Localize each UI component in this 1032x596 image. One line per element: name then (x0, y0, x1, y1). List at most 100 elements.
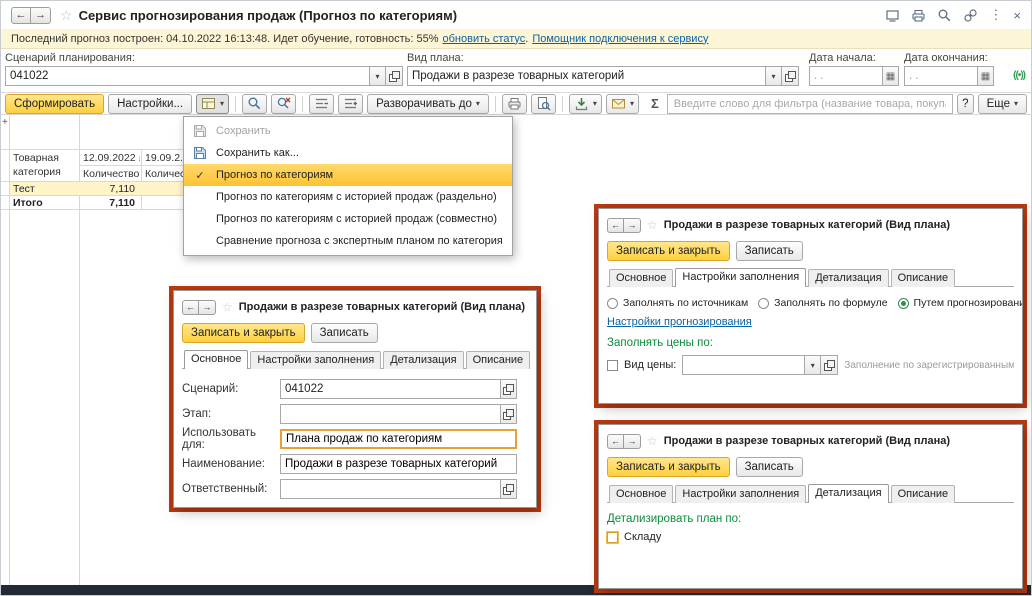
tab-fill-settings[interactable]: Настройки заполнения (250, 351, 382, 369)
menu-item-forecast-by-categories[interactable]: ✓ Прогноз по категориям (184, 164, 512, 186)
service-assistant-link[interactable]: Помощник подключения к сервису (532, 33, 708, 45)
find-button[interactable] (242, 93, 268, 114)
stage-input[interactable] (280, 404, 500, 424)
radio-fill-by-formula[interactable]: Заполнять по формуле (758, 297, 888, 309)
save-close-button[interactable]: Записать и закрыть (607, 457, 730, 477)
back-button[interactable]: ← (607, 217, 624, 233)
tab-main[interactable]: Основное (609, 485, 674, 503)
plan-kind-input[interactable] (407, 66, 765, 86)
menu-item-label: Сохранить (216, 125, 271, 137)
tab-description[interactable]: Описание (890, 485, 956, 503)
date-end-calendar-button[interactable]: ▦ (977, 66, 994, 86)
discussions-button[interactable]: ((•)) (1013, 70, 1026, 81)
back-button[interactable]: ← (607, 433, 624, 449)
tab-main[interactable]: Основное (184, 350, 249, 369)
report-variants-button[interactable]: ▾ (196, 93, 230, 114)
save-button[interactable]: Записать (310, 323, 378, 343)
print-preview-button[interactable] (530, 93, 556, 114)
cell-qty-total[interactable]: 7,110 (80, 196, 138, 210)
generate-button[interactable]: Сформировать (5, 93, 105, 114)
save-close-button[interactable]: Записать и закрыть (607, 241, 730, 261)
responsible-open-button[interactable] (500, 479, 517, 499)
scenario-input[interactable] (280, 379, 500, 399)
save-close-button[interactable]: Записать и закрыть (182, 323, 305, 343)
favorite-star-icon[interactable]: ☆ (222, 300, 233, 314)
expand-to-button[interactable]: Разворачивать до ▾ (367, 93, 489, 114)
cell-category[interactable]: Тест (10, 182, 78, 196)
chevron-down-icon: ▾ (475, 99, 480, 108)
cell-category-total[interactable]: Итого (10, 196, 78, 210)
radio-by-forecasting[interactable]: Путем прогнозирования (897, 297, 1022, 309)
print-button[interactable] (501, 93, 527, 114)
scenario-open-button[interactable] (500, 379, 517, 399)
tab-main[interactable]: Основное (609, 269, 674, 287)
name-input[interactable] (280, 454, 517, 474)
refresh-status-link[interactable]: обновить статус (442, 33, 525, 45)
settings-button[interactable]: Настройки... (108, 93, 193, 114)
scenario-open-button[interactable] (386, 66, 403, 86)
more-actions-button[interactable]: ⋮ (989, 7, 1002, 23)
menu-item-forecast-history-separate[interactable]: Прогноз по категориям с историей продаж … (184, 186, 512, 208)
tab-fill-settings[interactable]: Настройки заполнения (675, 268, 807, 287)
menu-item-forecast-history-combined[interactable]: Прогноз по категориям с историей продаж … (184, 208, 512, 230)
get-link-button[interactable] (963, 8, 978, 23)
cancel-search-button[interactable] (271, 93, 297, 114)
column-header-date1[interactable]: 12.09.2022↓ (80, 151, 140, 165)
date-start-input[interactable] (809, 66, 882, 86)
date-end-input[interactable] (904, 66, 977, 86)
save-view-button[interactable] (885, 8, 900, 23)
responsible-input[interactable] (280, 479, 500, 499)
tab-description[interactable]: Описание (890, 269, 956, 287)
radio-fill-by-sources[interactable]: Заполнять по источникам (607, 297, 748, 309)
favorite-star-icon[interactable]: ☆ (647, 218, 658, 232)
column-header-qty1[interactable]: Количество (80, 167, 140, 181)
forward-button[interactable]: → (624, 217, 641, 233)
cell-qty[interactable]: 7,110 (80, 182, 138, 196)
collapse-groups-button[interactable] (309, 93, 335, 114)
expand-columns-toggle[interactable]: + (2, 117, 8, 128)
price-kind-checkbox[interactable] (607, 359, 618, 371)
expand-groups-button[interactable] (338, 93, 364, 114)
menu-item-compare-expert-plan[interactable]: Сравнение прогноза с экспертным планом п… (184, 230, 512, 252)
forecast-settings-link[interactable]: Настройки прогнозирования (607, 316, 752, 328)
search-page-button[interactable] (937, 8, 952, 23)
forward-button[interactable]: → (624, 433, 641, 449)
back-button[interactable]: ← (182, 299, 199, 315)
scenario-dropdown-button[interactable]: ▾ (369, 66, 386, 86)
plan-kind-dropdown-button[interactable]: ▾ (765, 66, 782, 86)
warehouse-checkbox[interactable] (607, 531, 618, 543)
plan-kind-open-button[interactable] (782, 66, 799, 86)
column-header-category[interactable]: Товарная категория (10, 151, 78, 179)
price-kind-dropdown-button[interactable]: ▾ (804, 355, 822, 375)
dialog-buttons: Записать и закрыть Записать (607, 241, 1014, 261)
more-button[interactable]: Еще ▾ (977, 93, 1027, 114)
scenario-input[interactable] (5, 66, 369, 86)
radio-icon (607, 297, 618, 309)
price-kind-input[interactable] (682, 355, 805, 375)
forward-button[interactable]: → (31, 6, 51, 24)
save-button[interactable]: Записать (735, 457, 803, 477)
stage-open-button[interactable] (500, 404, 517, 424)
save-file-button[interactable]: ▾ (568, 93, 602, 114)
tab-detail[interactable]: Детализация (808, 269, 889, 287)
favorite-star-icon[interactable]: ☆ (60, 7, 73, 24)
tab-detail[interactable]: Детализация (808, 484, 889, 503)
close-button[interactable]: × (1013, 8, 1021, 23)
grid-line (1, 149, 197, 150)
forward-button[interactable]: → (199, 299, 216, 315)
filter-input[interactable] (666, 93, 954, 114)
back-button[interactable]: ← (11, 6, 31, 24)
print-page-button[interactable] (911, 8, 926, 23)
send-email-button[interactable]: ▾ (605, 93, 639, 114)
favorite-star-icon[interactable]: ☆ (647, 434, 658, 448)
tab-detail[interactable]: Детализация (383, 351, 464, 369)
use-for-input[interactable] (280, 429, 517, 449)
tab-fill-settings[interactable]: Настройки заполнения (675, 485, 807, 503)
tab-description[interactable]: Описание (465, 351, 531, 369)
menu-item-save-as[interactable]: Сохранить как... (184, 142, 512, 164)
date-start-calendar-button[interactable]: ▦ (882, 66, 899, 86)
help-button[interactable]: ? (957, 93, 974, 114)
price-kind-open-button[interactable] (821, 355, 839, 375)
save-button[interactable]: Записать (735, 241, 803, 261)
check-icon: ✓ (195, 169, 205, 182)
